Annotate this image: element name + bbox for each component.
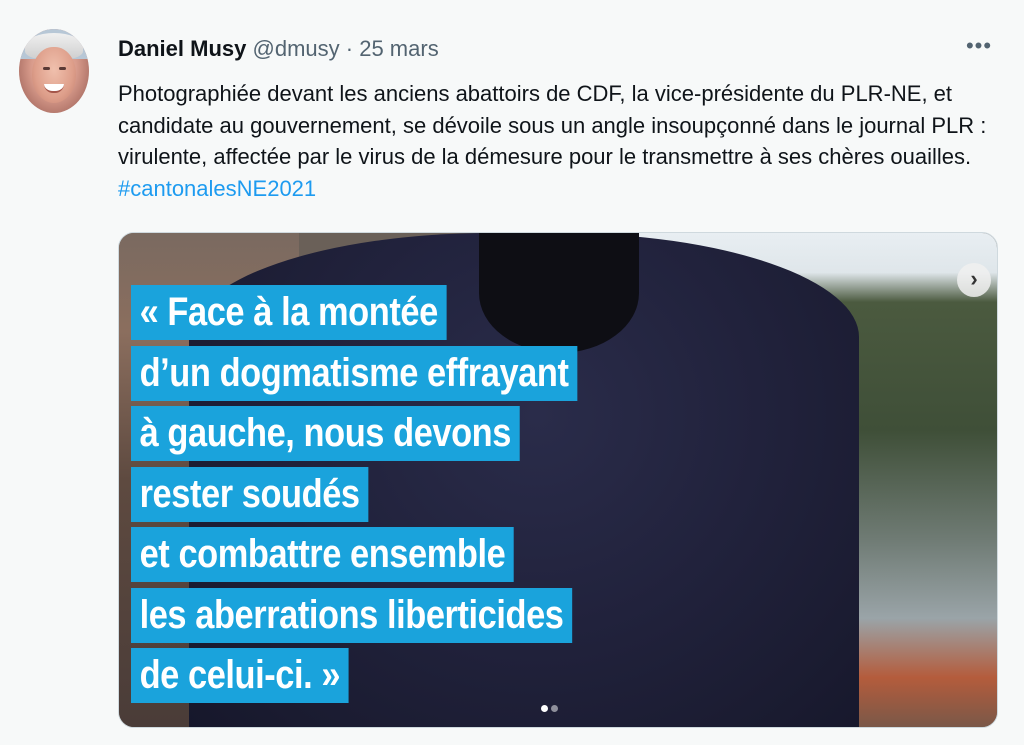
quote-overlay: « Face à la montée d’un dogmatisme effra… — [131, 285, 650, 709]
avatar-eye — [59, 67, 66, 70]
more-options-icon[interactable]: ••• — [962, 35, 996, 62]
carousel-dot-active[interactable] — [541, 705, 548, 712]
tweet-text: Photographiée devant les anciens abattoi… — [118, 78, 998, 204]
tweet-date[interactable]: 25 mars — [359, 36, 438, 61]
tweet[interactable]: Daniel Musy @dmusy · 25 mars ••• Photogr… — [0, 0, 1024, 745]
author-name[interactable]: Daniel Musy — [118, 36, 246, 61]
next-image-icon[interactable]: › — [957, 263, 991, 297]
avatar[interactable] — [19, 29, 89, 113]
avatar-face — [32, 47, 76, 103]
avatar-eye — [43, 67, 50, 70]
quote-line: rester soudés — [131, 466, 650, 522]
quote-line: de celui-ci. » — [131, 648, 650, 703]
carousel-dot[interactable] — [551, 705, 558, 712]
quote-line: d’un dogmatisme effrayant — [131, 345, 650, 401]
quote-line: et combattre ensemble — [131, 527, 650, 582]
tweet-media-image[interactable]: « Face à la montée d’un dogmatisme effra… — [118, 232, 998, 728]
carousel-indicator — [541, 699, 561, 717]
tweet-header: Daniel Musy @dmusy · 25 mars — [118, 34, 439, 64]
quote-line: « Face à la montée — [131, 285, 650, 340]
hashtag-link[interactable]: #cantonalesNE2021 — [118, 176, 316, 201]
separator-dot: · — [345, 36, 354, 61]
quote-line: à gauche, nous devons — [131, 406, 650, 461]
tweet-body: Photographiée devant les anciens abattoi… — [118, 81, 987, 169]
author-handle[interactable]: @dmusy — [253, 36, 340, 61]
quote-line: les aberrations liberticides — [131, 587, 650, 643]
